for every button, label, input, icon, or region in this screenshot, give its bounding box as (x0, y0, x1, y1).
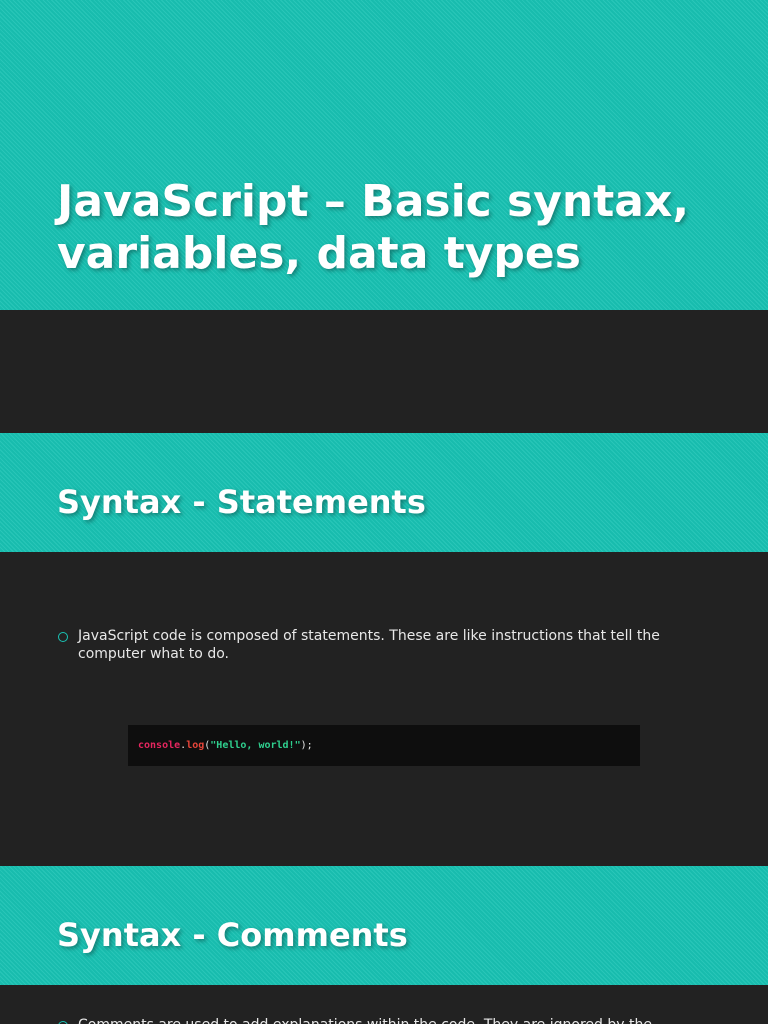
bullet-text: JavaScript code is composed of statement… (78, 628, 660, 662)
bullet-text: Comments are used to add explanations wi… (78, 1016, 652, 1024)
slide-3-header: Syntax - Comments (0, 866, 768, 1003)
slide-deck: JavaScript – Basic syntax, variables, da… (0, 0, 768, 1024)
slide-2-bullet: JavaScript code is composed of statement… (58, 627, 698, 663)
slide-3-bullet: Comments are used to add explanations wi… (58, 1016, 738, 1024)
code-token-object: console (138, 740, 181, 751)
slide-2-body (0, 552, 768, 866)
slide-2-header: Syntax - Statements (0, 433, 768, 570)
slide-2-title: Syntax - Statements (57, 483, 426, 521)
slide-3-title: Syntax - Comments (57, 916, 408, 954)
slide-1-title: JavaScript – Basic syntax, variables, da… (57, 176, 690, 279)
slide-1-body (0, 310, 768, 433)
code-token-string: "Hello, world!" (210, 740, 301, 751)
code-token-method: log (186, 740, 205, 751)
bullet-circle-icon (58, 632, 68, 642)
slide-1-header: JavaScript – Basic syntax, variables, da… (0, 0, 768, 328)
code-token-close: ); (300, 740, 313, 751)
code-snippet: console. log("Hello, world!"); (128, 725, 640, 766)
